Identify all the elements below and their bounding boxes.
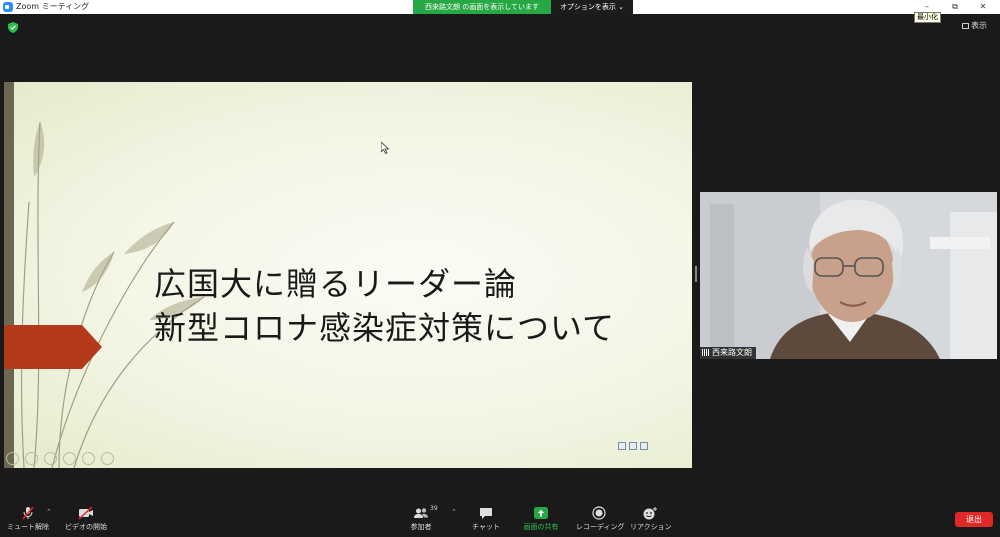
unmute-button[interactable]: ミュート解除	[6, 506, 50, 532]
tool-icon-2[interactable]	[629, 442, 637, 450]
participant-video-image	[700, 192, 997, 359]
participants-options-chevron-icon[interactable]: ⌃	[451, 508, 457, 516]
prev-slide-icon[interactable]	[6, 452, 19, 465]
record-label: レコーディング	[576, 523, 625, 531]
slide-title: 広国大に贈るリーダー論 新型コロナ感染症対策について	[154, 262, 674, 350]
minimize-tooltip: 最小化	[914, 12, 941, 23]
mouse-cursor-icon	[381, 142, 389, 154]
zoom-slide-icon[interactable]	[82, 452, 95, 465]
more-options-icon[interactable]	[101, 452, 114, 465]
reactions-button[interactable]: リアクション	[630, 506, 672, 532]
tool-icon-3[interactable]	[640, 442, 648, 450]
tool-icon-1[interactable]	[618, 442, 626, 450]
participant-name-tag: 西来路文朗	[700, 347, 756, 359]
muted-mic-icon	[22, 506, 34, 520]
restore-button[interactable]: ⧉	[942, 0, 968, 14]
window-title: Zoom ミーティング	[16, 2, 90, 11]
zoom-app-icon	[3, 2, 13, 12]
slide-arrow-tab	[4, 325, 102, 369]
close-window-button[interactable]: ✕	[970, 0, 996, 14]
chat-icon	[480, 508, 492, 519]
view-options-label: オプションを表示	[559, 3, 616, 11]
start-video-button[interactable]: ビデオの開始	[62, 506, 110, 532]
screen-share-banner: 西来路文朗 の画面を表示しています	[413, 0, 551, 14]
audio-options-chevron-icon[interactable]: ⌃	[46, 508, 52, 516]
shared-screen-slide: 広国大に贈るリーダー論 新型コロナ感染症対策について	[4, 82, 692, 468]
participant-name: 西来路文朗	[712, 348, 752, 357]
start-video-label: ビデオの開始	[65, 523, 107, 531]
record-button[interactable]: レコーディング	[576, 506, 625, 532]
view-options-button[interactable]: オプションを表示 ⌄	[551, 0, 633, 14]
participants-count: 39	[430, 505, 438, 512]
unmute-label: ミュート解除	[7, 523, 49, 531]
slide-tool-icons	[618, 435, 651, 450]
reactions-label: リアクション	[630, 523, 672, 531]
zoom-window: Zoom ミーティング – ⧉ ✕ 西来路文朗 の画面を表示しています オプショ…	[0, 0, 1000, 537]
record-icon	[592, 506, 606, 520]
panel-splitter-handle[interactable]	[695, 266, 697, 282]
encryption-shield-icon[interactable]	[8, 22, 18, 33]
grid-icon	[962, 23, 969, 29]
slide-grid-icon[interactable]	[63, 452, 76, 465]
slideshow-controls	[6, 450, 120, 465]
chat-label: チャット	[472, 523, 500, 531]
slide-title-line-2: 新型コロナ感染症対策について	[154, 309, 616, 347]
share-screen-button[interactable]: 画面の共有	[518, 506, 564, 532]
meeting-toolbar: ミュート解除 ⌃ ビデオの開始 参加者 39 ⌃ チャット 画面の共有 レコーデ…	[0, 500, 1000, 537]
reaction-emoji-icon	[643, 507, 657, 520]
signal-strength-icon	[702, 349, 710, 356]
leave-meeting-button[interactable]: 退出	[955, 512, 993, 527]
view-label: 表示	[971, 21, 987, 30]
video-off-icon	[78, 506, 93, 520]
pen-tool-icon[interactable]	[44, 452, 57, 465]
participants-label: 参加者	[410, 523, 432, 531]
view-button[interactable]: 表示	[962, 20, 987, 32]
participant-video[interactable]: 西来路文朗	[700, 192, 997, 359]
share-screen-label: 画面の共有	[523, 523, 559, 531]
chevron-down-icon: ⌄	[618, 3, 625, 11]
next-slide-icon[interactable]	[25, 452, 38, 465]
slide-title-line-1: 広国大に贈るリーダー論	[154, 265, 518, 303]
share-screen-icon	[534, 507, 548, 519]
participants-icon	[414, 508, 428, 518]
chat-button[interactable]: チャット	[470, 506, 502, 532]
